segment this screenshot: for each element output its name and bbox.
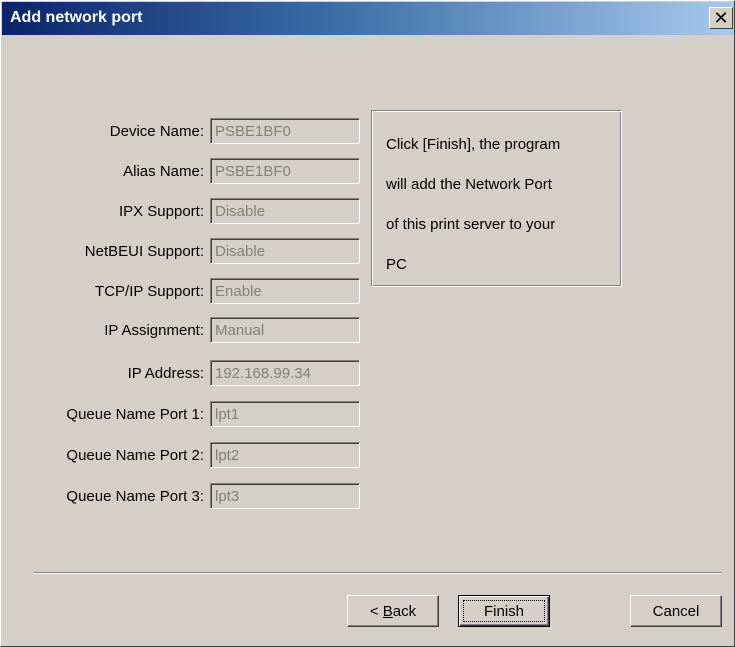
queue-name-port-3-field: lpt3 bbox=[210, 483, 360, 509]
info-text: Click [Finish], the program will add the… bbox=[386, 125, 611, 285]
queue-name-port-2-label: Queue Name Port 2: bbox=[66, 447, 204, 464]
back-button[interactable]: < Back bbox=[347, 595, 439, 627]
ipx-support-label: IPX Support: bbox=[118, 203, 204, 220]
close-icon: ✕ bbox=[713, 8, 729, 28]
title-bar[interactable]: Add network port ✕ bbox=[2, 2, 734, 35]
cancel-button-label: Cancel bbox=[652, 602, 700, 620]
info-line: PC bbox=[386, 256, 407, 273]
queue-name-port-2-field: lpt2 bbox=[210, 442, 360, 468]
queue-name-port-1-field: lpt1 bbox=[210, 401, 360, 427]
ip-address-label: IP Address: bbox=[127, 365, 204, 382]
cancel-button[interactable]: Cancel bbox=[630, 595, 722, 627]
ip-address-field: 192.168.99.34 bbox=[210, 360, 360, 386]
alias-name-field: PSBE1BF0 bbox=[210, 158, 360, 184]
ip-assignment-field: Manual bbox=[210, 317, 360, 343]
netbeui-support-field: Disable bbox=[210, 238, 360, 264]
focus-ring bbox=[463, 600, 545, 622]
add-network-port-dialog: Add network port ✕ Device Name: PSBE1BF0… bbox=[0, 0, 735, 647]
device-name-label: Device Name: bbox=[109, 123, 204, 140]
info-line: Click [Finish], the program bbox=[386, 136, 561, 153]
info-line: will add the Network Port bbox=[386, 176, 552, 193]
queue-name-port-1-label: Queue Name Port 1: bbox=[66, 406, 204, 423]
alias-name-label: Alias Name: bbox=[123, 163, 204, 180]
back-button-label: < Back bbox=[369, 602, 417, 620]
info-panel: Click [Finish], the program will add the… bbox=[371, 110, 622, 287]
close-button[interactable]: ✕ bbox=[709, 7, 733, 29]
ip-assignment-label: IP Assignment: bbox=[104, 322, 204, 339]
queue-name-port-3-label: Queue Name Port 3: bbox=[66, 488, 204, 505]
window-title: Add network port bbox=[10, 9, 143, 26]
netbeui-support-label: NetBEUI Support: bbox=[84, 243, 204, 260]
device-name-field: PSBE1BF0 bbox=[210, 118, 360, 144]
tcpip-support-field: Enable bbox=[210, 278, 360, 304]
separator-line bbox=[34, 572, 722, 574]
finish-button[interactable]: Finish bbox=[458, 595, 550, 627]
ipx-support-field: Disable bbox=[210, 198, 360, 224]
info-line: of this print server to your bbox=[386, 216, 556, 233]
tcpip-support-label: TCP/IP Support: bbox=[95, 283, 204, 300]
